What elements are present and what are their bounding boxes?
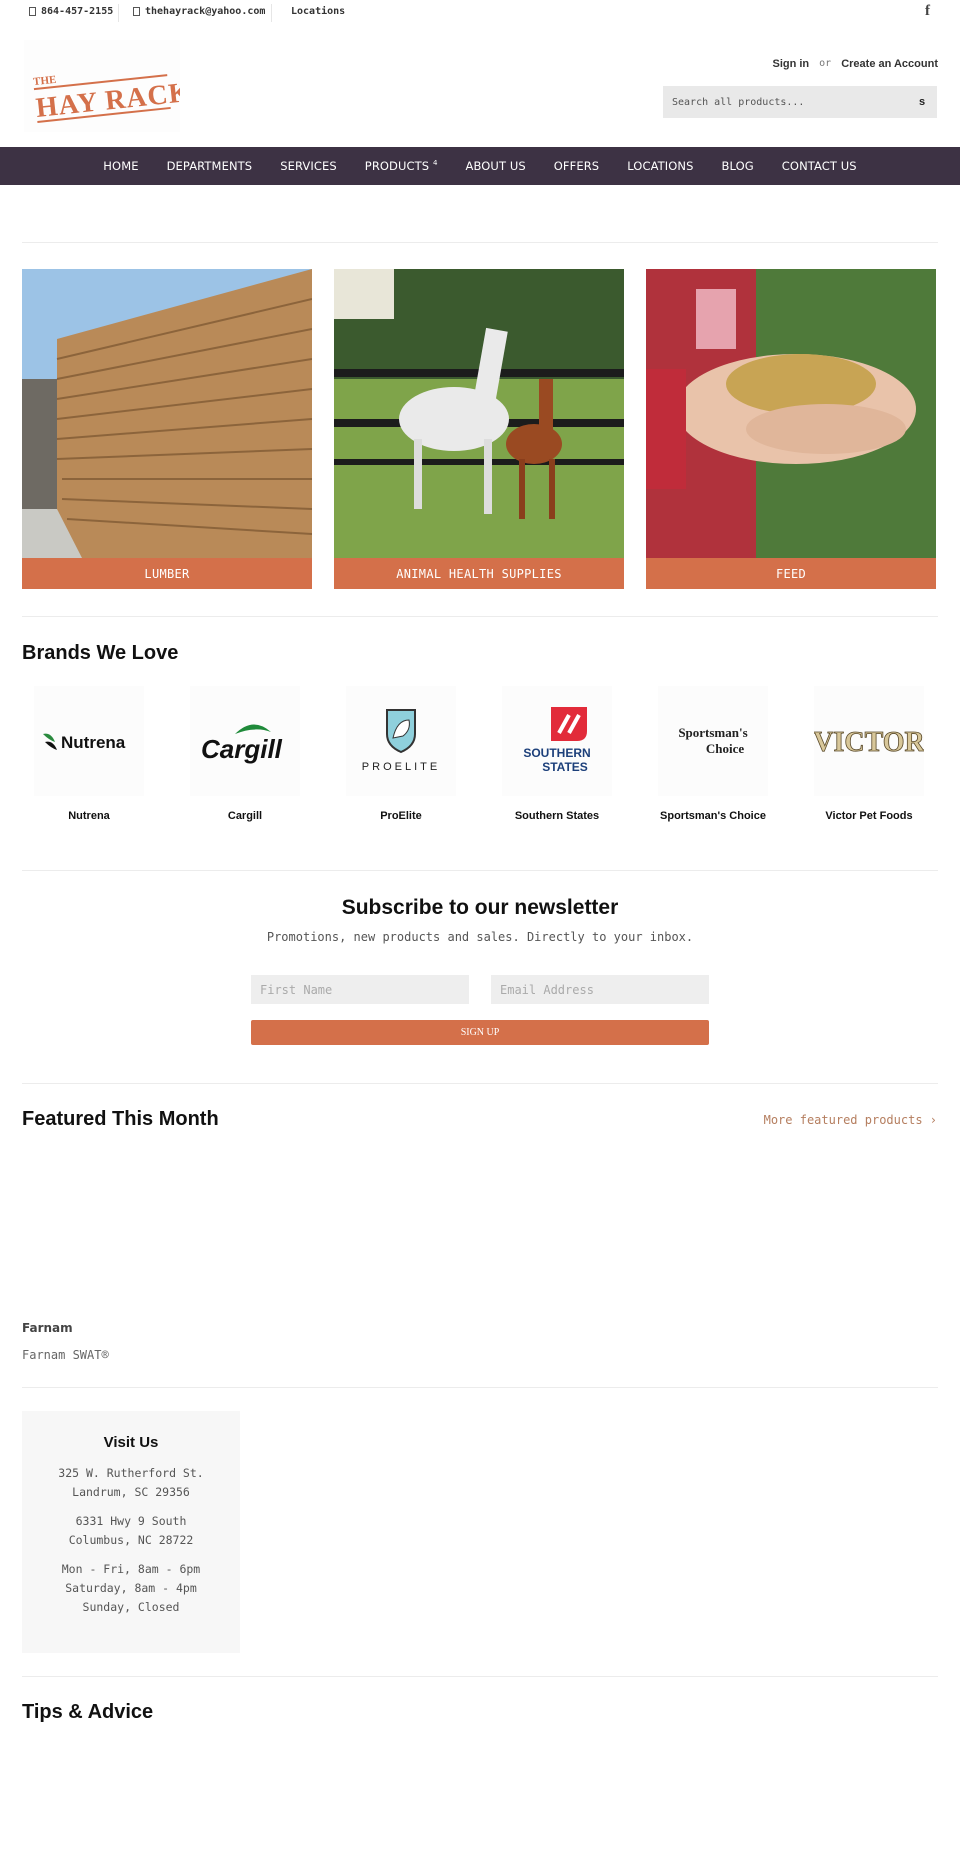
- divider: [22, 616, 938, 617]
- main-nav: HOME DEPARTMENTS SERVICES PRODUCTS 4 ABO…: [0, 147, 960, 185]
- phone-number: 864-457-2155: [41, 6, 114, 17]
- product-vendor[interactable]: Farnam: [22, 1321, 73, 1335]
- category-label: FEED: [646, 558, 936, 589]
- nav-blog[interactable]: BLOG: [708, 159, 768, 173]
- brand-name: Southern States: [514, 810, 600, 822]
- category-tile-feed[interactable]: FEED: [646, 269, 936, 589]
- tips-title: Tips & Advice: [22, 1701, 154, 1723]
- nav-services[interactable]: SERVICES: [266, 159, 351, 173]
- brand-name: Nutrena: [68, 810, 110, 822]
- brand-proelite[interactable]: PROELITE ProElite: [346, 686, 456, 822]
- visit-us-card: Visit Us 325 W. Rutherford St. Landrum, …: [22, 1411, 240, 1653]
- email-field[interactable]: [491, 975, 709, 1004]
- feed-image: [646, 269, 936, 558]
- svg-text:Sportsman's: Sportsman's: [678, 725, 747, 740]
- featured-title: Featured This Month: [22, 1108, 219, 1130]
- nav-home[interactable]: HOME: [89, 159, 152, 173]
- horses-image: [334, 269, 624, 558]
- locations-label: Locations: [291, 6, 346, 17]
- site-logo[interactable]: THE HAY RACK: [24, 40, 193, 132]
- brand-southern-states[interactable]: SOUTHERN STATES Southern States: [502, 686, 612, 822]
- victor-logo: VICTOR: [814, 686, 924, 796]
- svg-text:SOUTHERN: SOUTHERN: [523, 746, 590, 760]
- phone-link[interactable]: 864-457-2155: [29, 6, 113, 17]
- category-label: ANIMAL HEALTH SUPPLIES: [334, 558, 624, 589]
- logo-text-the: THE: [33, 74, 57, 88]
- divider: [22, 1083, 938, 1084]
- cargill-logo: Cargill: [190, 686, 300, 796]
- first-name-field[interactable]: [251, 975, 469, 1004]
- email-icon: [133, 7, 140, 16]
- nav-offers[interactable]: OFFERS: [540, 159, 613, 173]
- visit-us-title: Visit Us: [103, 1434, 159, 1451]
- divider: [22, 1387, 938, 1388]
- facebook-icon[interactable]: f: [925, 3, 930, 20]
- nav-locations[interactable]: LOCATIONS: [613, 159, 707, 173]
- proelite-logo: PROELITE: [346, 686, 456, 796]
- location-address: 325 W. Rutherford St. Landrum, SC 29356: [58, 1466, 204, 1499]
- sign-in-link[interactable]: Sign in: [772, 58, 809, 70]
- nav-contact-us[interactable]: CONTACT US: [768, 159, 871, 173]
- sign-up-button[interactable]: SIGN UP: [251, 1020, 709, 1045]
- brand-nutrena[interactable]: Nutrena Nutrena: [34, 686, 144, 822]
- divider: [271, 4, 272, 22]
- brand-sportsmans-choice[interactable]: Sportsman's Choice Sportsman's Choice: [658, 686, 768, 822]
- divider: [22, 1676, 938, 1677]
- brands-title: Brands We Love: [22, 642, 179, 664]
- newsletter-title: Subscribe to our newsletter: [341, 896, 619, 919]
- more-featured-link[interactable]: More featured products ›: [764, 1113, 937, 1127]
- divider: [22, 870, 938, 871]
- divider: [118, 4, 119, 22]
- locations-link[interactable]: Locations: [291, 6, 345, 17]
- chevron-down-icon: 4: [432, 159, 438, 168]
- brand-name: Victor Pet Foods: [825, 810, 913, 822]
- category-tile-animal-health[interactable]: ANIMAL HEALTH SUPPLIES: [334, 269, 624, 589]
- svg-text:Cargill: Cargill: [201, 734, 283, 764]
- nav-products[interactable]: PRODUCTS 4: [351, 159, 452, 173]
- brand-name: Sportsman's Choice: [660, 810, 766, 822]
- nav-about-us[interactable]: ABOUT US: [452, 159, 540, 173]
- location-address: 6331 Hwy 9 South Columbus, NC 28722: [68, 1514, 194, 1547]
- brand-name: Cargill: [227, 810, 263, 822]
- divider: [22, 242, 938, 243]
- create-account-link[interactable]: Create an Account: [841, 58, 938, 70]
- product-title[interactable]: Farnam SWAT®: [22, 1348, 109, 1362]
- sportsmans-choice-logo: Sportsman's Choice: [658, 686, 768, 796]
- brand-name: ProElite: [380, 810, 422, 822]
- lumber-image: [22, 269, 312, 558]
- brand-cargill[interactable]: Cargill Cargill: [190, 686, 300, 822]
- brand-victor[interactable]: VICTOR Victor Pet Foods: [814, 686, 924, 822]
- category-tile-lumber[interactable]: LUMBER: [22, 269, 312, 589]
- or-separator: or: [819, 58, 832, 69]
- search-input[interactable]: [663, 86, 907, 118]
- svg-text:PROELITE: PROELITE: [362, 761, 440, 773]
- svg-text:VICTOR: VICTOR: [814, 727, 924, 758]
- search-button[interactable]: s: [907, 86, 937, 118]
- category-label: LUMBER: [22, 558, 312, 589]
- newsletter-subtitle: Promotions, new products and sales. Dire…: [266, 930, 694, 944]
- email-address: thehayrack@yahoo.com: [145, 6, 266, 17]
- store-hours: Mon - Fri, 8am - 6pm Saturday, 8am - 4pm…: [61, 1562, 201, 1614]
- nutrena-logo: Nutrena: [34, 686, 144, 796]
- svg-text:STATES: STATES: [542, 760, 588, 774]
- email-link[interactable]: thehayrack@yahoo.com: [133, 6, 265, 17]
- southern-states-logo: SOUTHERN STATES: [502, 686, 612, 796]
- phone-icon: [29, 7, 36, 16]
- nav-departments[interactable]: DEPARTMENTS: [153, 159, 267, 173]
- nav-products-label: PRODUCTS: [364, 159, 430, 173]
- search-bar: s: [663, 86, 937, 118]
- svg-text:Choice: Choice: [706, 741, 745, 756]
- svg-text:Nutrena: Nutrena: [61, 733, 126, 752]
- account-links: Sign in or Create an Account: [772, 58, 938, 70]
- top-bar: 864-457-2155 thehayrack@yahoo.com Locati…: [0, 0, 960, 26]
